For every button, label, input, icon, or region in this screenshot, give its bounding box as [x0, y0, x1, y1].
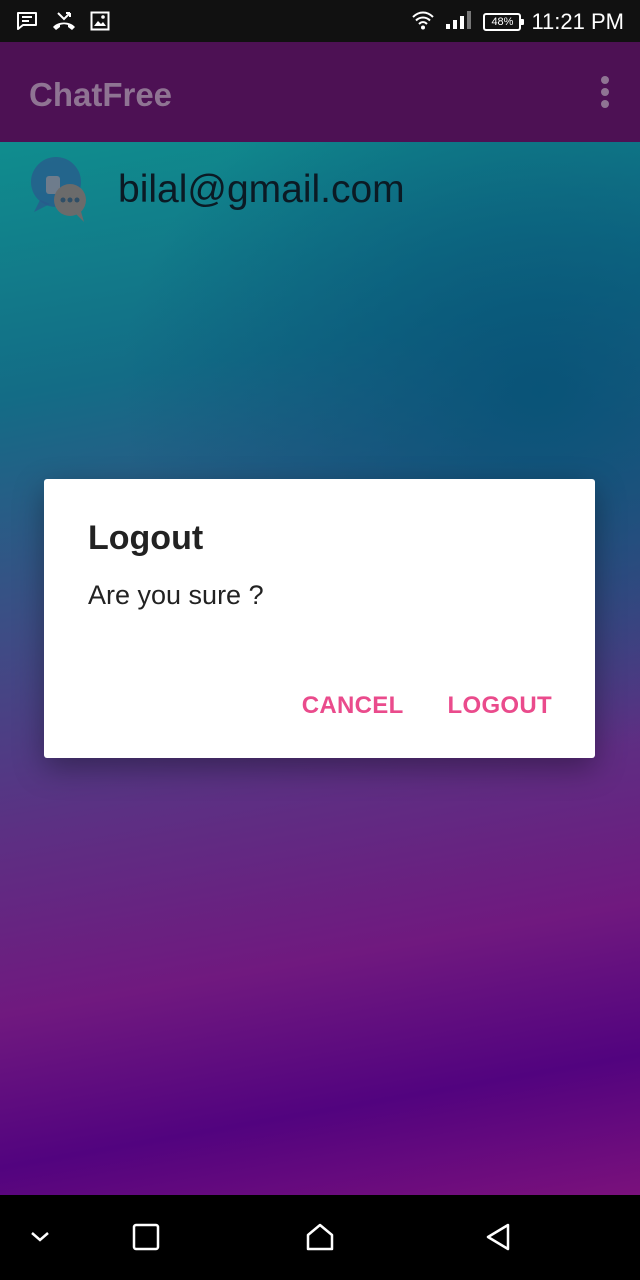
battery-level: 48%: [491, 16, 514, 28]
contact-list-item[interactable]: bilal@gmail.com: [30, 156, 405, 224]
contact-email: bilal@gmail.com: [118, 168, 405, 211]
dialog-actions: CANCEL LOGOUT: [302, 691, 552, 721]
dialog-title: Logout: [88, 519, 204, 557]
back-icon[interactable]: [478, 1217, 518, 1257]
missed-call-icon: [52, 11, 76, 36]
chat-avatar-icon: [30, 156, 88, 224]
screen: 48% 11:21 PM ChatFree bilal@gmail.com Lo…: [0, 0, 640, 1280]
home-icon[interactable]: [300, 1217, 340, 1257]
message-notification-icon: [16, 11, 38, 36]
navigation-bar: [0, 1195, 640, 1280]
recents-icon[interactable]: [126, 1217, 166, 1257]
battery-icon: 48%: [483, 13, 525, 31]
collapse-chevron-icon[interactable]: [20, 1217, 60, 1257]
signal-icon: [445, 10, 473, 35]
app-bar: ChatFree: [0, 42, 640, 142]
status-time: 11:21 PM: [531, 9, 624, 34]
status-notifications: [16, 11, 110, 36]
status-bar: 48% 11:21 PM: [0, 0, 640, 42]
overflow-menu-icon[interactable]: [600, 76, 610, 108]
dialog-message: Are you sure ?: [88, 580, 264, 610]
cancel-button[interactable]: CANCEL: [302, 691, 404, 721]
logout-button[interactable]: LOGOUT: [448, 691, 552, 721]
logout-dialog: Logout Are you sure ? CANCEL LOGOUT: [44, 479, 595, 758]
image-notification-icon: [90, 11, 110, 36]
wifi-icon: [411, 10, 435, 35]
app-title: ChatFree: [29, 76, 173, 113]
status-system: 48% 11:21 PM: [411, 8, 624, 36]
